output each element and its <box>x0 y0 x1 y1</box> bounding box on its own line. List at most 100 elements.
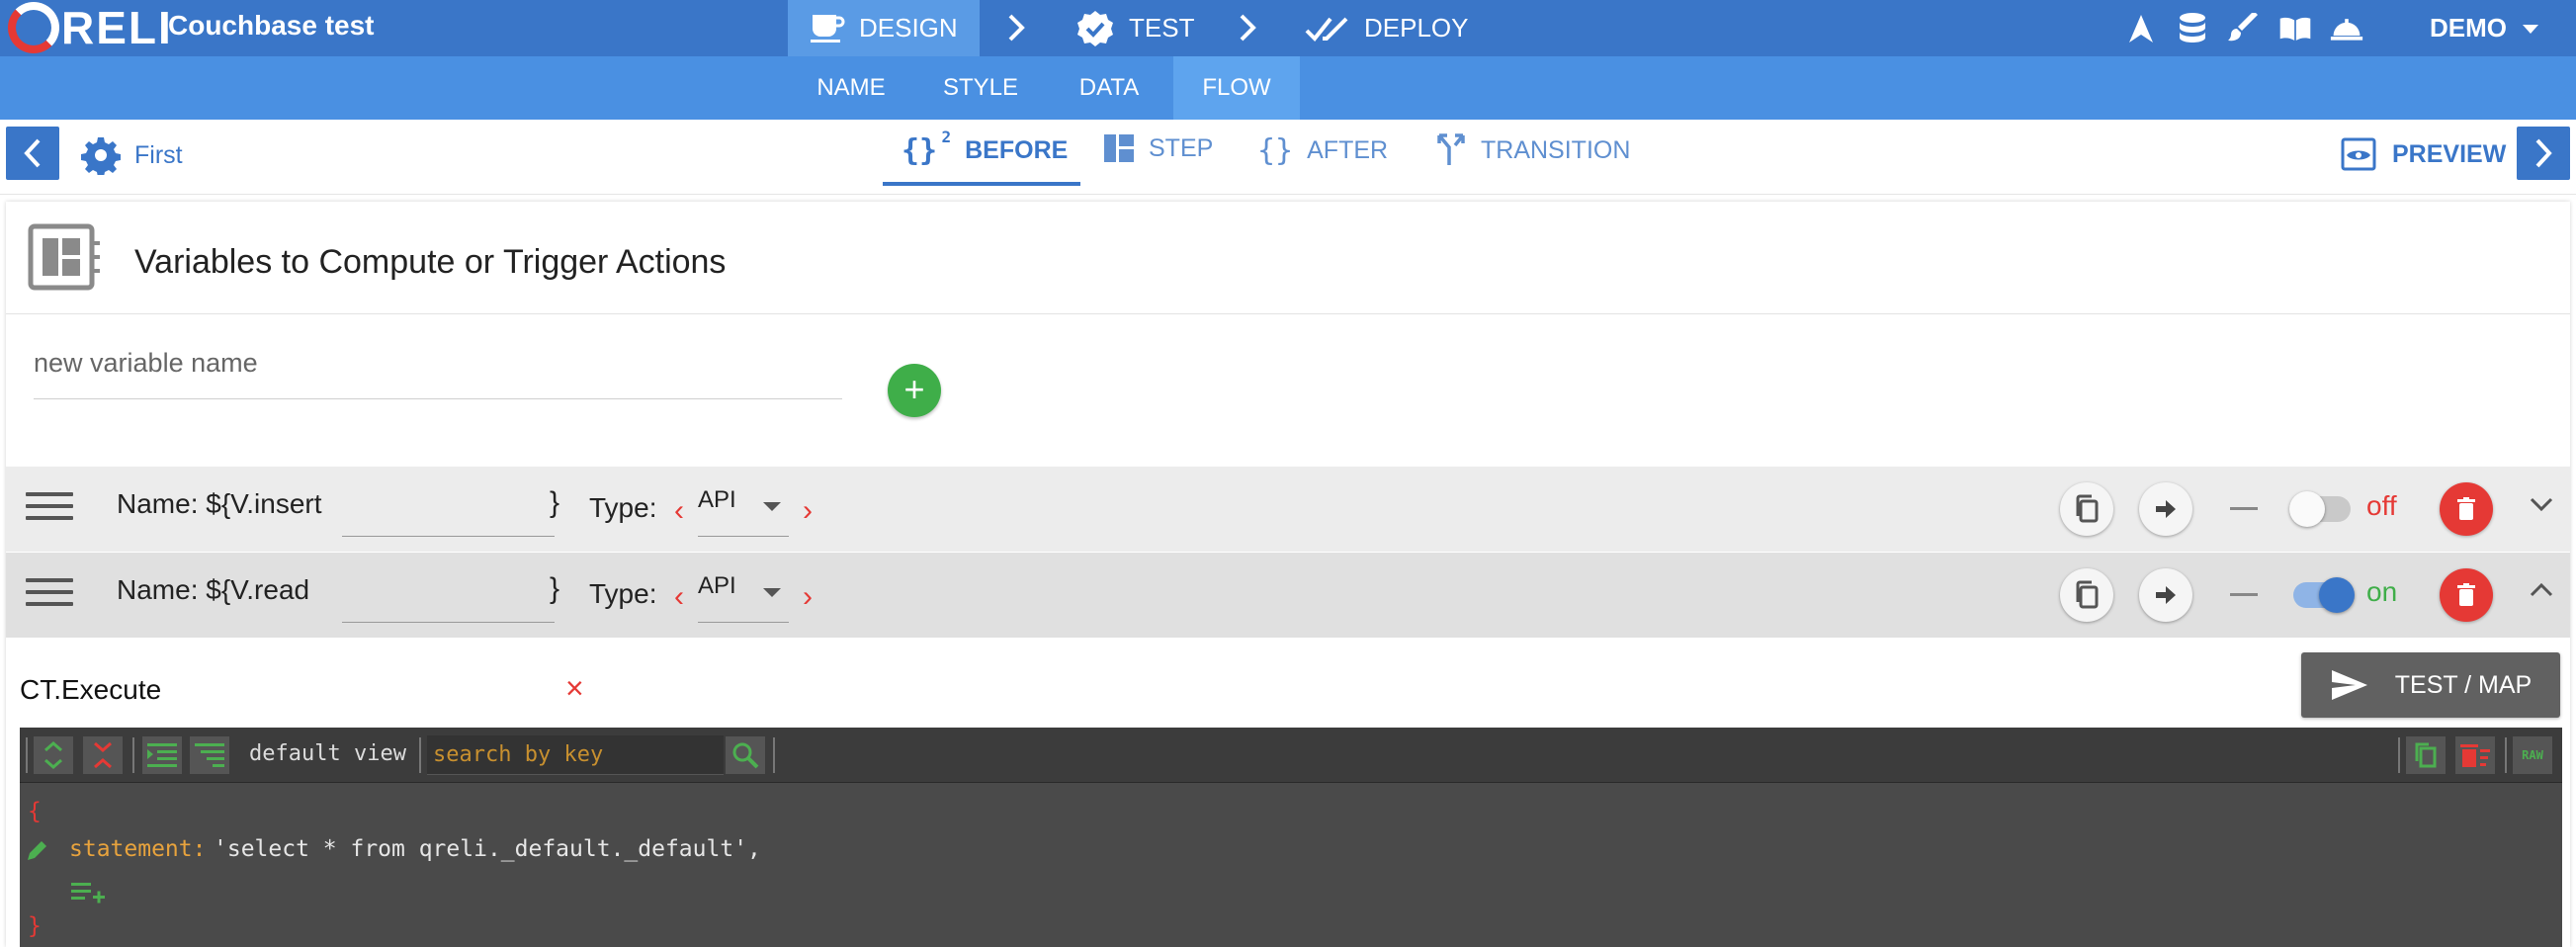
json-key[interactable]: statement: <box>69 836 206 862</box>
chevron-up-icon[interactable] <box>2529 580 2554 600</box>
variable-row-read: Name: ${V.read } Type: ‹ API › on <box>6 553 2570 638</box>
stage-design[interactable]: DESIGN <box>788 0 980 56</box>
search-by-key-input[interactable]: search by key <box>427 735 724 775</box>
delete-variable-button[interactable] <box>2440 568 2493 622</box>
editor-toolbar: default view search by key RAW <box>20 728 2562 783</box>
test-map-button[interactable]: TEST / MAP <box>2301 652 2560 718</box>
minus-icon[interactable] <box>2230 593 2258 596</box>
gear-icon <box>81 137 121 175</box>
clear-function-button[interactable]: × <box>565 670 584 707</box>
indent-button[interactable] <box>142 736 182 774</box>
brush-icon[interactable] <box>2227 12 2261 45</box>
caret-down-icon[interactable] <box>2521 22 2540 36</box>
verified-badge-icon <box>1075 9 1115 48</box>
variable-name-suffix: } <box>550 486 560 519</box>
stage-deploy[interactable]: DEPLOY <box>1283 0 1491 56</box>
copy-variable-button[interactable] <box>2060 482 2113 536</box>
trash-icon <box>2457 497 2475 520</box>
format-button[interactable] <box>190 736 229 774</box>
variables-card: Variables to Compute or Trigger Actions … <box>6 202 2570 947</box>
enable-toggle[interactable] <box>2293 577 2355 613</box>
widgets-panel-icon <box>28 223 100 291</box>
variable-name-prefix: Name: ${ <box>117 574 231 605</box>
json-value[interactable]: 'select * from qreli._default._default', <box>214 836 761 862</box>
call-split-icon <box>1437 133 1465 165</box>
chevron-down-icon[interactable] <box>2529 494 2554 514</box>
input-underline <box>698 622 789 623</box>
copy-icon <box>2076 580 2099 609</box>
book-open-icon[interactable] <box>2278 12 2312 45</box>
service-bell-icon[interactable] <box>2330 12 2363 45</box>
edit-pencil-icon[interactable] <box>26 838 49 862</box>
tab-name[interactable]: NAME <box>791 56 911 120</box>
toggle-knob <box>2289 491 2325 527</box>
new-variable-name-input[interactable]: new variable name <box>34 348 842 399</box>
type-label: Type: <box>589 578 657 609</box>
navigate-icon[interactable] <box>2124 12 2158 45</box>
tab-transition-label: TRANSITION <box>1481 135 1631 164</box>
indent-icon <box>147 743 177 767</box>
toggle-state-label: off <box>2366 490 2397 521</box>
database-icon[interactable] <box>2176 12 2209 45</box>
drag-handle-icon[interactable] <box>26 492 73 528</box>
minus-icon[interactable] <box>2230 507 2258 510</box>
tab-after[interactable]: {} AFTER <box>1257 133 1388 168</box>
search-button[interactable] <box>726 736 765 774</box>
type-next-icon[interactable]: › <box>803 580 813 614</box>
search-icon <box>732 742 759 769</box>
delete-sweep-icon <box>2460 744 2490 767</box>
add-variable-button[interactable]: + <box>888 364 941 417</box>
delete-variable-button[interactable] <box>2440 482 2493 536</box>
copy-icon <box>2415 742 2437 768</box>
tab-before[interactable]: {} 2 BEFORE <box>902 128 1068 168</box>
add-field-icon[interactable] <box>71 880 107 905</box>
previous-step-button[interactable] <box>6 127 59 180</box>
trash-icon <box>2457 583 2475 606</box>
expand-all-button[interactable] <box>34 736 73 774</box>
enable-toggle[interactable] <box>2289 491 2351 527</box>
copy-icon <box>2076 494 2099 523</box>
type-select[interactable]: API <box>698 486 736 514</box>
toggle-knob <box>2319 577 2355 613</box>
stage-test[interactable]: TEST <box>1054 0 1216 56</box>
top-right-tools: DEMO <box>2115 0 2576 56</box>
dashboard-layout-icon <box>1104 134 1134 162</box>
caret-down-icon[interactable] <box>763 588 781 597</box>
move-variable-button[interactable] <box>2139 568 2192 622</box>
caret-down-icon[interactable] <box>763 502 781 511</box>
tab-transition[interactable]: TRANSITION <box>1435 133 1630 167</box>
expand-icon <box>44 741 62 769</box>
drag-handle-icon[interactable] <box>26 578 73 614</box>
move-variable-button[interactable] <box>2139 482 2192 536</box>
view-mode-label[interactable]: default view <box>249 741 406 766</box>
tab-flow[interactable]: FLOW <box>1173 56 1300 120</box>
step-toolbar: First {} 2 BEFORE STEP {} AFTER TRANSITIO… <box>0 120 2576 195</box>
tab-style[interactable]: STYLE <box>921 56 1040 120</box>
tab-after-label: AFTER <box>1307 136 1389 164</box>
copy-variable-button[interactable] <box>2060 568 2113 622</box>
qreli-logo[interactable]: RELI <box>8 2 173 53</box>
tab-step[interactable]: STEP <box>1103 133 1213 163</box>
design-subtabs: NAME STYLE DATA FLOW <box>0 56 2576 120</box>
preview-button[interactable]: PREVIEW <box>2341 137 2506 171</box>
variable-name-field[interactable]: Name: ${V.insert <box>117 488 322 520</box>
step-settings[interactable]: First <box>81 135 183 175</box>
card-title: Variables to Compute or Trigger Actions <box>134 243 727 281</box>
collapse-all-button[interactable] <box>83 736 123 774</box>
input-underline <box>342 622 555 623</box>
tab-data[interactable]: DATA <box>1050 56 1168 120</box>
card-header: Variables to Compute or Trigger Actions <box>6 202 2570 314</box>
before-count-badge: 2 <box>941 128 952 146</box>
type-prev-icon[interactable]: ‹ <box>674 494 684 528</box>
type-prev-icon[interactable]: ‹ <box>674 580 684 614</box>
clear-json-button[interactable] <box>2455 736 2495 774</box>
type-next-icon[interactable]: › <box>803 494 813 528</box>
step-name-label: First <box>134 140 183 169</box>
type-select[interactable]: API <box>698 572 736 600</box>
next-step-button[interactable] <box>2517 127 2570 180</box>
raw-mode-button[interactable]: RAW <box>2513 736 2552 774</box>
variable-name-field[interactable]: Name: ${V.read <box>117 574 309 606</box>
copy-json-button[interactable] <box>2406 736 2446 774</box>
toolbar-divider <box>26 737 28 773</box>
user-menu[interactable]: DEMO <box>2430 13 2507 43</box>
